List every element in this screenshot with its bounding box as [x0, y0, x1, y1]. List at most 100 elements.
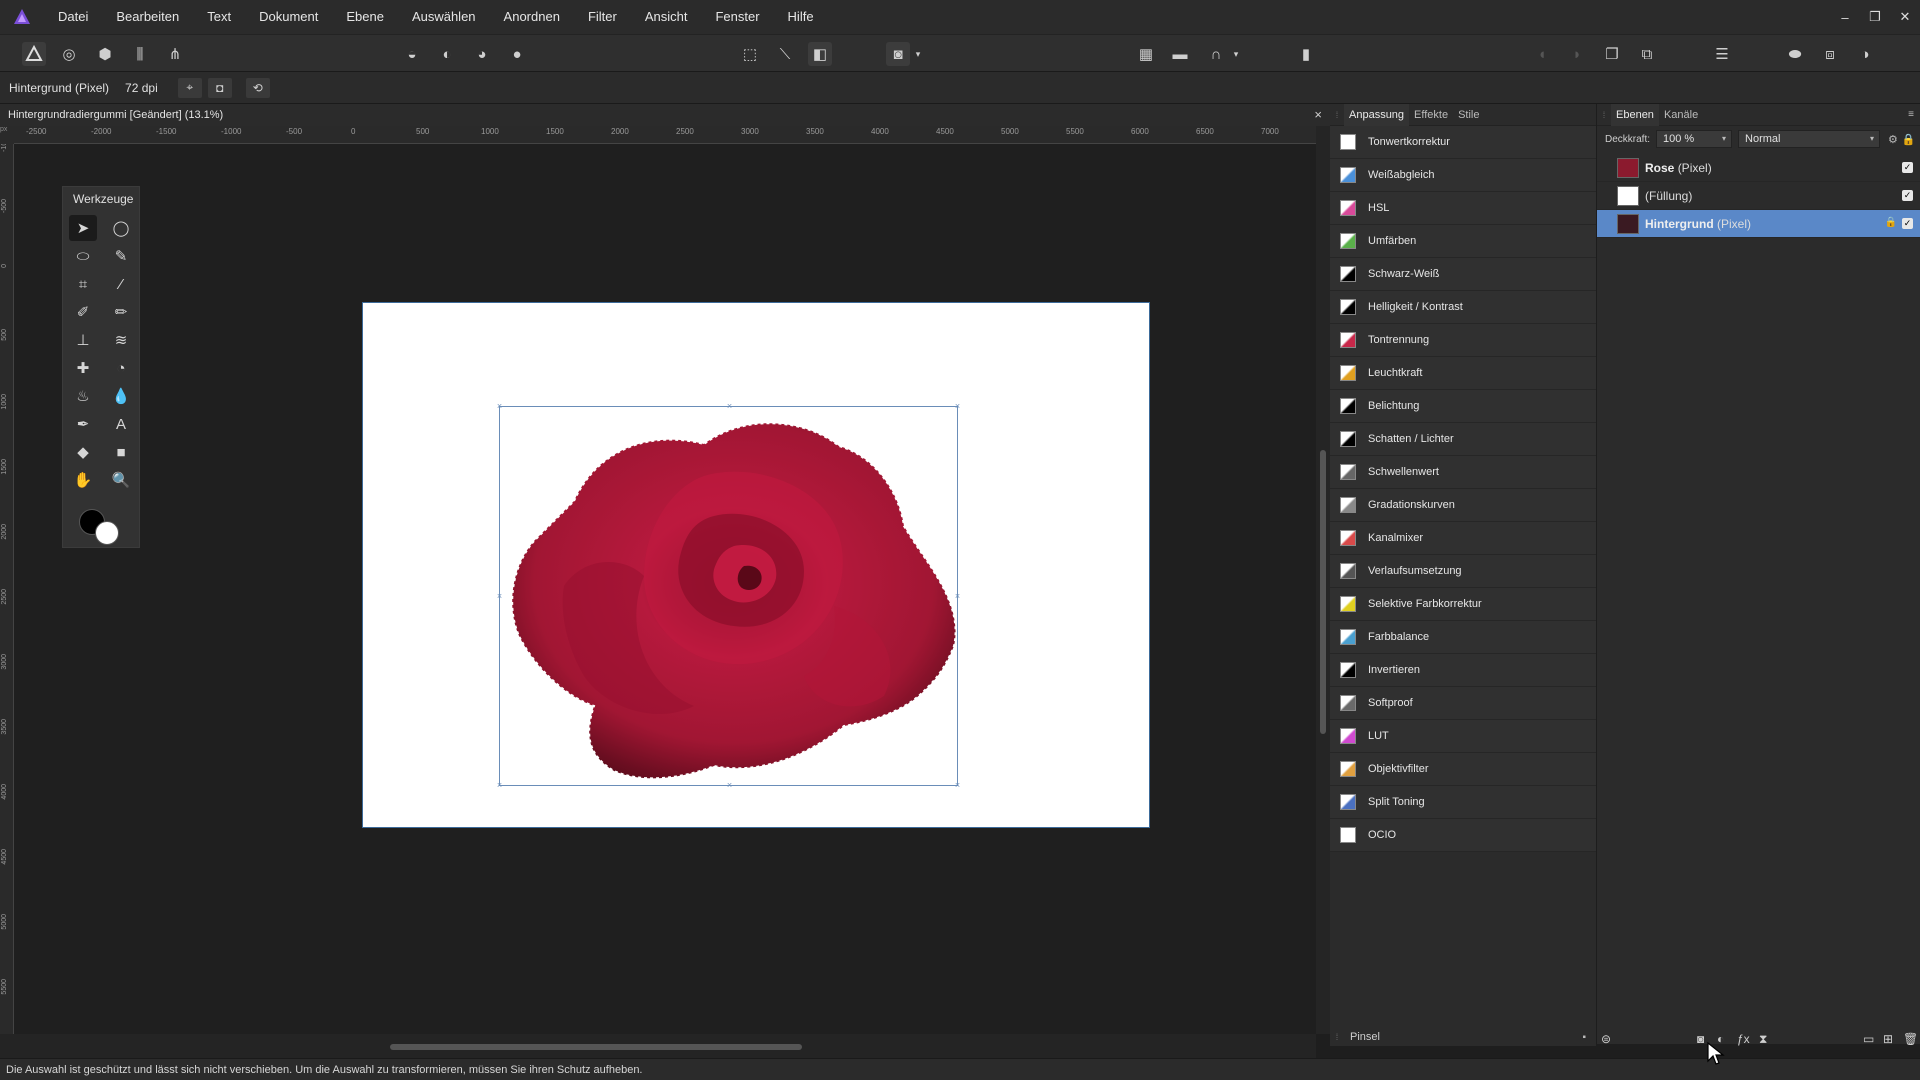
resize-handle[interactable]: ×: [954, 592, 961, 601]
auto-contrast-icon[interactable]: ◐: [435, 42, 459, 66]
dodge-tool-icon[interactable]: ◔: [107, 355, 135, 381]
adjustment-item[interactable]: Schwarz-Weiß: [1330, 258, 1596, 291]
live-filter-icon[interactable]: ⧗: [1759, 1032, 1767, 1047]
deselect-icon[interactable]: ⟍: [773, 42, 797, 66]
hand-tool-icon[interactable]: ✋: [69, 467, 97, 493]
adjustment-item[interactable]: Kanalmixer: [1330, 522, 1596, 555]
resize-handle[interactable]: ×: [726, 781, 733, 790]
order-forward-icon[interactable]: ◗: [1565, 42, 1589, 66]
blend-mode-select[interactable]: Normal ▾: [1738, 130, 1881, 148]
adjustment-item[interactable]: Schwellenwert: [1330, 456, 1596, 489]
adjustment-item[interactable]: Invertieren: [1330, 654, 1596, 687]
text-tool-icon[interactable]: A: [107, 411, 135, 437]
zoom-tool-icon[interactable]: 🔍: [107, 467, 135, 493]
menu-item-anordnen[interactable]: Anordnen: [490, 0, 574, 34]
menu-item-filter[interactable]: Filter: [574, 0, 631, 34]
lock-icon[interactable]: 🔒: [1902, 133, 1916, 146]
tab-kanaele[interactable]: Kanäle: [1659, 104, 1703, 126]
menu-item-auswählen[interactable]: Auswählen: [398, 0, 490, 34]
liquify-persona-icon[interactable]: ◎: [57, 42, 81, 66]
add-mask-icon[interactable]: ◙: [1697, 1032, 1704, 1046]
info-icon[interactable]: ▮: [1294, 42, 1318, 66]
lock-icon[interactable]: 🔒: [1885, 217, 1897, 228]
pen-tool-icon[interactable]: ✒: [69, 411, 97, 437]
opacity-field[interactable]: 100 % ▾: [1656, 130, 1733, 148]
pixel-brush-icon[interactable]: ✏: [107, 299, 135, 325]
align-icon[interactable]: ☰: [1710, 42, 1734, 66]
resize-handle[interactable]: ×: [496, 592, 503, 601]
clone-stamp-icon[interactable]: ⊥: [69, 327, 97, 353]
visibility-checkbox[interactable]: ✓: [1902, 218, 1913, 229]
vertical-scrollbar-thumb[interactable]: [1320, 450, 1326, 734]
panel-menu-icon[interactable]: ▪︎: [1582, 1032, 1586, 1043]
visibility-checkbox[interactable]: ✓: [1902, 190, 1913, 201]
crosshair-icon[interactable]: ⌖: [177, 77, 202, 98]
boolean-add-icon[interactable]: ⬬: [1783, 42, 1807, 66]
adjustment-item[interactable]: Belichtung: [1330, 390, 1596, 423]
document-tab[interactable]: Hintergrundradiergummi [Geändert] (13.1%…: [0, 104, 1330, 126]
resize-handle[interactable]: ×: [954, 781, 961, 790]
snapping-magnet-icon[interactable]: ∩: [1204, 42, 1228, 66]
gear-icon[interactable]: ⚙: [1888, 133, 1898, 146]
tab-ebenen[interactable]: Ebenen: [1611, 103, 1659, 126]
adjustment-item[interactable]: OCIO: [1330, 819, 1596, 852]
develop-persona-icon[interactable]: ⬢: [93, 42, 117, 66]
selection-brush-icon[interactable]: ✎: [107, 243, 135, 269]
menu-item-datei[interactable]: Datei: [44, 0, 102, 34]
layer-row[interactable]: Rose (Pixel) ✓: [1597, 154, 1920, 182]
vertical-scrollbar[interactable]: [1316, 126, 1330, 1034]
adjustment-item[interactable]: Tontrennung: [1330, 324, 1596, 357]
layer-row[interactable]: Hintergrund (Pixel) 🔒 ✓: [1597, 210, 1920, 238]
boolean-intersect-icon[interactable]: ◑: [1853, 42, 1877, 66]
boolean-subtract-icon[interactable]: ⧈: [1818, 42, 1842, 66]
menu-item-dokument[interactable]: Dokument: [245, 0, 332, 34]
auto-levels-icon[interactable]: ◒: [400, 42, 424, 66]
selection-bounding-box[interactable]: × × × × × × × ×: [496, 402, 961, 790]
restore-button[interactable]: ❐: [1860, 9, 1890, 25]
freehand-selection-icon[interactable]: ◯: [107, 215, 135, 241]
resize-handle[interactable]: ×: [954, 402, 961, 411]
blur-tool-icon[interactable]: 💧: [107, 383, 135, 409]
auto-colors-icon[interactable]: ◕: [470, 42, 494, 66]
panel-grip-icon[interactable]: ⁞: [1330, 1026, 1344, 1048]
adjustment-item[interactable]: HSL: [1330, 192, 1596, 225]
adjustment-item[interactable]: Split Toning: [1330, 786, 1596, 819]
adjustment-item[interactable]: Helligkeit / Kontrast: [1330, 291, 1596, 324]
chevron-down-icon[interactable]: ▾: [912, 42, 924, 66]
menu-item-bearbeiten[interactable]: Bearbeiten: [102, 0, 193, 34]
close-window-button[interactable]: ✕: [1890, 9, 1920, 25]
tab-anpassung[interactable]: Anpassung: [1344, 103, 1410, 126]
auto-white-balance-icon[interactable]: ●: [505, 42, 529, 66]
rectangle-tool-icon[interactable]: ■: [107, 439, 135, 465]
adjustment-item[interactable]: Weißabgleich: [1330, 159, 1596, 192]
adjustment-item[interactable]: LUT: [1330, 720, 1596, 753]
chevron-down-icon[interactable]: ▾: [1230, 42, 1242, 66]
close-document-button[interactable]: ×: [1314, 107, 1322, 122]
group-icon[interactable]: ▭: [1863, 1032, 1874, 1046]
resize-handle[interactable]: ×: [496, 781, 503, 790]
menu-item-text[interactable]: Text: [193, 0, 245, 34]
snapping-grid-icon[interactable]: ▦: [1134, 42, 1158, 66]
panel-grip-icon[interactable]: ⁞: [1597, 104, 1611, 126]
rasterize-icon[interactable]: ⟲: [245, 77, 270, 98]
menu-item-ansicht[interactable]: Ansicht: [631, 0, 702, 34]
visibility-checkbox[interactable]: ✓: [1902, 162, 1913, 173]
adjustment-item[interactable]: Selektive Farbkorrektur: [1330, 588, 1596, 621]
vertical-ruler[interactable]: -1000 -500 0 500 1000 1500 2000 2500 3000 3500 400…: [0, 144, 14, 1034]
background-color-swatch[interactable]: [95, 521, 119, 545]
horizontal-ruler[interactable]: -2500 -2000 -1500 -1000 -500 0 500 1000 1500 2000…: [14, 126, 1316, 144]
adjustment-item[interactable]: Schatten / Lichter: [1330, 423, 1596, 456]
menu-item-fenster[interactable]: Fenster: [701, 0, 773, 34]
adjustment-item[interactable]: Farbbalance: [1330, 621, 1596, 654]
tab-stile[interactable]: Stile: [1453, 104, 1484, 126]
panel-grip-icon[interactable]: ⁞: [1330, 104, 1344, 126]
adjustment-item[interactable]: Leuchtkraft: [1330, 357, 1596, 390]
arrange-back-icon[interactable]: ⧉: [1635, 42, 1659, 66]
adjustment-item[interactable]: Gradationskurven: [1330, 489, 1596, 522]
resize-handle[interactable]: ×: [726, 402, 733, 411]
export-persona-icon[interactable]: ⋔: [163, 42, 187, 66]
fx-icon[interactable]: ƒx: [1737, 1032, 1750, 1046]
canvas-area[interactable]: × × × × × × × × Werkzeuge ➤ ◯ ⬭ ✎ ⌗ ⁄ ✐ …: [14, 144, 1316, 1034]
adjustment-item[interactable]: Verlaufsumsetzung: [1330, 555, 1596, 588]
fill-tool-icon[interactable]: ◆: [69, 439, 97, 465]
